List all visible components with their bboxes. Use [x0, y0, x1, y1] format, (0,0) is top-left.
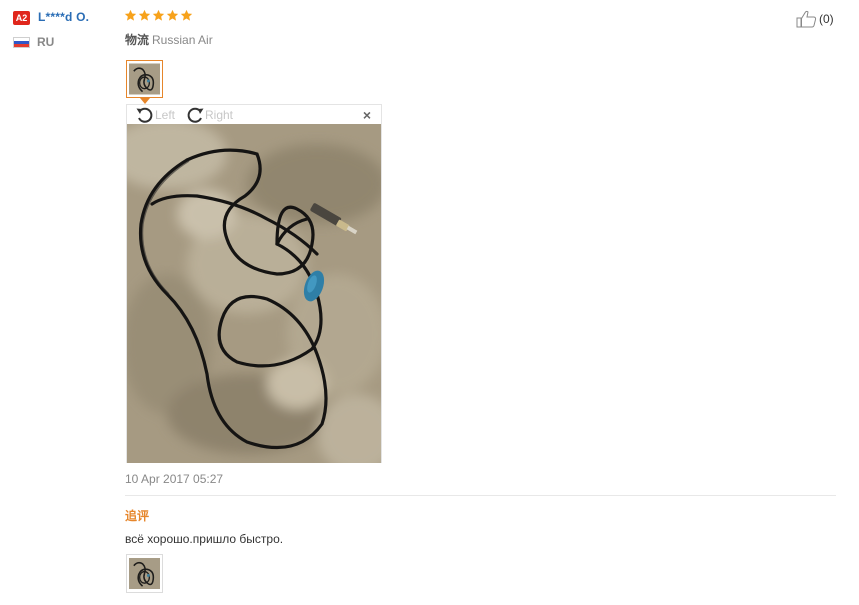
logistics-value: Russian Air: [152, 33, 213, 47]
country-flag-icon: [13, 37, 30, 48]
reviewer-name[interactable]: L****d O.: [38, 10, 89, 24]
cable-photo-thumbnail-image: [129, 63, 160, 95]
star-icon: [180, 9, 193, 21]
close-icon[interactable]: ×: [363, 108, 371, 122]
logistics-info: 物流 Russian Air: [125, 31, 213, 48]
rotate-left-button[interactable]: Left: [135, 106, 175, 124]
photo-viewer: Left Right ×: [126, 104, 382, 463]
rating-stars: [124, 9, 193, 22]
helpful-count: (0): [819, 12, 834, 26]
followup-photo-thumbnail[interactable]: [126, 554, 163, 593]
star-icon: [152, 9, 165, 21]
followup-label: 追评: [125, 509, 150, 523]
rotate-right-label: Right: [205, 108, 234, 122]
star-icon: [138, 9, 151, 21]
review-photo-thumbnail-active[interactable]: [126, 60, 163, 98]
buyer-level-badge: A2: [13, 11, 30, 25]
thumbs-up-icon: [796, 10, 817, 28]
rotate-left-label: Left: [155, 108, 176, 122]
rotate-right-button[interactable]: Right: [185, 106, 233, 124]
cable-photo-thumbnail-image: [129, 558, 160, 589]
rotate-right-icon: [187, 107, 204, 123]
rotate-left-icon: [136, 107, 153, 123]
star-icon: [124, 9, 137, 21]
helpful-button[interactable]: (0): [796, 10, 834, 28]
followup-text: всё хорошо.пришло быстро.: [125, 532, 284, 546]
review-item: A2 L****d O. RU 物流 Russian Air Left Righ…: [0, 0, 859, 605]
review-date: 10 Apr 2017 05:27: [125, 472, 224, 486]
review-photo-large: [127, 124, 381, 463]
reviewer-country: RU: [37, 35, 55, 49]
divider: [125, 495, 836, 496]
logistics-label: 物流: [125, 33, 150, 47]
star-icon: [166, 9, 179, 21]
photo-viewer-toolbar: Left Right ×: [127, 105, 381, 125]
